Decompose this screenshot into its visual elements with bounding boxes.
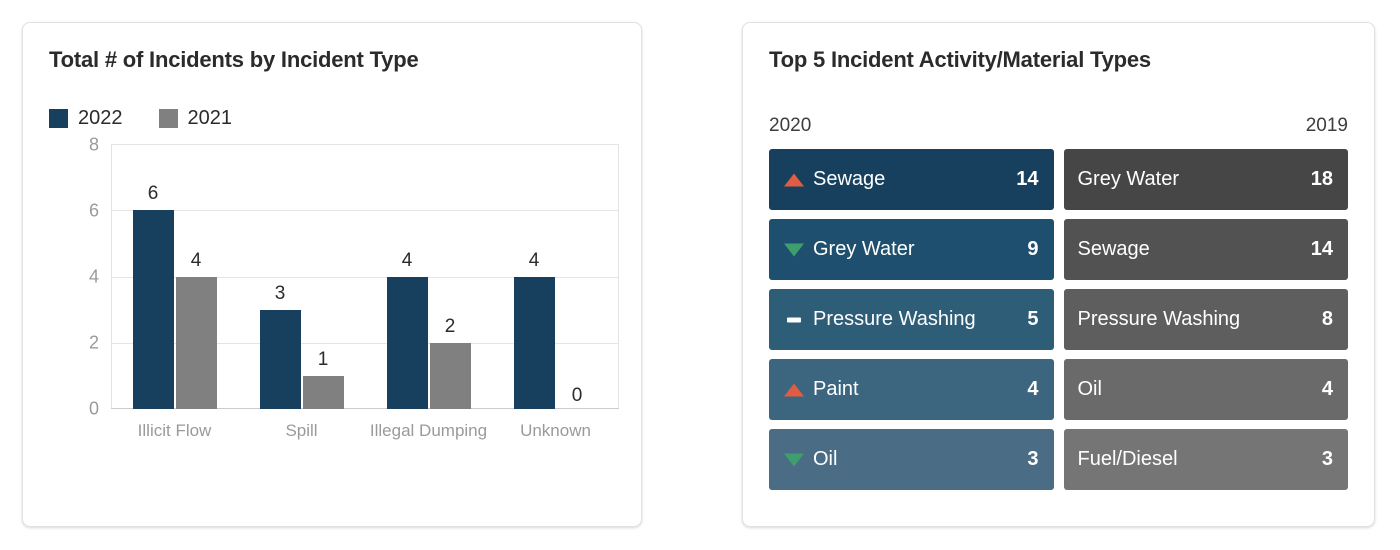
x-axis-tick-label: Illegal Dumping xyxy=(369,421,488,440)
y-axis-tick-label: 0 xyxy=(88,398,99,418)
list-item[interactable]: Pressure Washing 8 xyxy=(1063,289,1348,350)
x-axis-tick-label: Illicit Flow xyxy=(137,421,212,440)
list-item-label: Pressure Washing xyxy=(1077,308,1241,330)
triangle-up-icon xyxy=(783,379,805,401)
list-item-label: Paint xyxy=(813,378,859,400)
list-item-value: 4 xyxy=(1321,378,1333,400)
list-item[interactable]: Sewage 14 xyxy=(1063,219,1348,280)
bar-value-label: 4 xyxy=(401,249,413,271)
legend-item-2021[interactable]: 2021 xyxy=(158,107,233,130)
list-item-value: 14 xyxy=(1016,168,1039,190)
x-axis-tick-label: Spill xyxy=(285,421,318,440)
bar-2022-unknown[interactable]: 4 xyxy=(513,250,555,409)
bar-value-label: 3 xyxy=(274,282,286,304)
list-item-label: Oil xyxy=(813,448,838,470)
list-item[interactable]: Grey Water 9 xyxy=(769,219,1054,280)
gridline-6: 6 xyxy=(89,200,619,220)
x-axis-tick-label: Unknown xyxy=(520,421,591,440)
y-axis-tick-label: 4 xyxy=(88,266,99,287)
chart-legend: 2022 2021 xyxy=(49,107,268,130)
legend-swatch-icon xyxy=(158,109,178,128)
bar-2022-spill[interactable]: 3 xyxy=(259,283,301,409)
list-item[interactable]: Oil 3 xyxy=(769,429,1054,490)
year-label-right: 2019 xyxy=(1305,115,1348,136)
list-item-label: Fuel/Diesel xyxy=(1077,448,1178,470)
list-item-value: 5 xyxy=(1027,308,1039,330)
bar-value-label: 2 xyxy=(444,315,456,337)
legend-swatch-icon xyxy=(49,109,68,128)
col-2020: Sewage 14 Grey Water 9 Pressure Washing 5 Pain… xyxy=(769,149,1054,490)
list-item[interactable]: Fuel/Diesel 3 xyxy=(1063,429,1348,490)
list-item-label: Grey Water xyxy=(1077,168,1180,190)
list-item-label: Grey Water xyxy=(813,238,915,260)
list-item[interactable]: Grey Water 18 xyxy=(1063,149,1348,210)
list-item-value: 4 xyxy=(1027,378,1039,400)
list-item-label: Sewage xyxy=(1077,238,1150,260)
list-item-value: 14 xyxy=(1310,238,1333,260)
year-header-row: 2020 2019 xyxy=(769,115,1348,141)
bar-chart-plot: 0 2 4 6 8 6 4 Illicit Flow 3 1 Spill 4 2 Illegal Dump… xyxy=(89,134,619,440)
bar-2022-illegal-dumping[interactable]: 4 xyxy=(386,250,428,409)
y-axis-tick-label: 6 xyxy=(88,200,99,221)
bar-2021-spill[interactable]: 1 xyxy=(302,349,344,409)
list-item[interactable]: Oil 4 xyxy=(1063,359,1348,420)
triangle-up-icon xyxy=(783,169,805,191)
triangle-down-icon xyxy=(783,449,805,471)
list-item-value: 3 xyxy=(1027,448,1039,470)
list-item-value: 18 xyxy=(1310,168,1333,190)
list-item-value: 3 xyxy=(1321,448,1333,470)
top5-title: Top 5 Incident Activity/Material Types xyxy=(769,47,1151,72)
page-title: Total # of Incidents by Incident Type xyxy=(49,47,419,72)
triangle-down-icon xyxy=(783,239,805,261)
year-label-left: 2020 xyxy=(769,115,812,136)
incidents-by-type-card: Total # of Incidents by Incident Type 20… xyxy=(22,22,642,527)
bar-2021-illicit-flow[interactable]: 4 xyxy=(175,250,217,409)
top5-columns: Sewage 14 Grey Water 9 Pressure Washing 5 Pain… xyxy=(769,149,1348,490)
list-item-value: 9 xyxy=(1027,238,1039,260)
bar-value-label: 1 xyxy=(317,348,329,370)
list-item-value: 8 xyxy=(1321,308,1333,330)
y-axis-tick-label: 8 xyxy=(88,134,99,154)
legend-item-label: 2022 xyxy=(78,107,123,129)
list-item[interactable]: Sewage 14 xyxy=(769,149,1054,210)
list-item[interactable]: Paint 4 xyxy=(769,359,1054,420)
bar-2022-illicit-flow[interactable]: 6 xyxy=(132,183,174,409)
dash-icon xyxy=(783,309,805,331)
legend-item-2022[interactable]: 2022 xyxy=(49,107,123,130)
bar-value-label: 0 xyxy=(571,385,583,406)
bar-value-label: 4 xyxy=(528,249,540,271)
list-item[interactable]: Pressure Washing 5 xyxy=(769,289,1054,350)
bar-value-label: 4 xyxy=(190,249,202,271)
list-item-label: Sewage xyxy=(813,168,886,190)
bar-2021-illegal-dumping[interactable]: 2 xyxy=(429,316,471,409)
bar-value-label: 6 xyxy=(147,183,159,205)
legend-item-label: 2021 xyxy=(187,107,233,129)
list-item-label: Oil xyxy=(1077,378,1102,400)
dashboard-root: Total # of Incidents by Incident Type 20… xyxy=(0,0,1400,550)
top5-activity-material-card: Top 5 Incident Activity/Material Types 2… xyxy=(742,22,1375,527)
list-item-label: Pressure Washing xyxy=(813,308,976,330)
gridline-8: 8 xyxy=(89,134,619,154)
col-2019: Grey Water 18 Sewage 14 Pressure Washing 8 Oil… xyxy=(1063,149,1348,490)
y-axis-tick-label: 2 xyxy=(88,332,99,353)
